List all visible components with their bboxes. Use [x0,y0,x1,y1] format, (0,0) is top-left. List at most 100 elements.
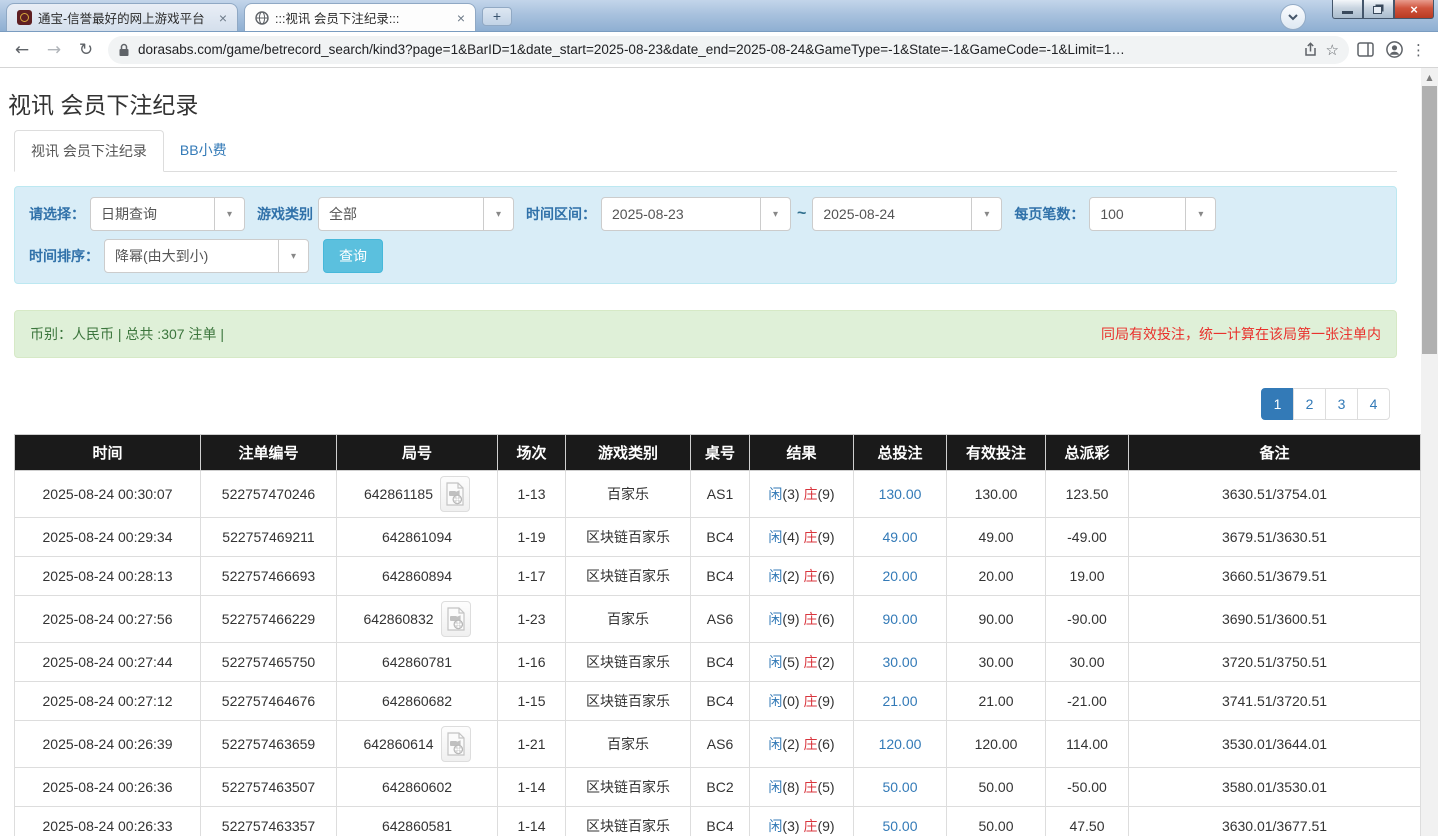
result-banker-points: (9) [817,486,835,502]
total-bet-link[interactable]: 120.00 [879,736,922,752]
column-header: 局号 [336,434,498,471]
browser-tab-1[interactable]: 通宝-信誉最好的网上游戏平台 × [6,3,238,31]
page-button-2[interactable]: 2 [1293,388,1326,420]
scrollbar-thumb[interactable] [1422,86,1437,354]
chevron-down-icon[interactable]: ▾ [214,198,244,230]
chevron-down-icon[interactable]: ▾ [278,240,308,272]
result-player: 闲 [768,654,783,670]
select-query-type[interactable]: 日期查询 ▾ [90,197,245,231]
cell-payout: -50.00 [1045,767,1129,807]
round-id-wrap: 642861185 [341,476,493,512]
select-sort-order[interactable]: 降幂(由大到小) ▾ [104,239,309,273]
side-panel-icon[interactable] [1357,42,1374,57]
result-banker: 庄 [803,568,818,584]
cell-bet-id: 522757466229 [200,595,337,643]
cell-bet-id: 522757463507 [200,767,337,807]
chevron-down-icon[interactable]: ▾ [760,198,790,230]
cell-result: 闲(5) 庄(2) [749,642,854,682]
menu-kebab-icon[interactable]: ⋮ [1407,41,1430,59]
bookmark-star-icon[interactable]: ☆ [1326,41,1339,59]
cell-game-type: 区块链百家乐 [565,806,691,836]
cell-note: 3580.01/3530.01 [1128,767,1421,807]
tab-bet-records[interactable]: 视讯 会员下注纪录 [14,130,164,172]
total-bet-link[interactable]: 21.00 [882,693,917,709]
cell-bet-id: 522757463659 [200,720,337,768]
lock-icon[interactable] [118,43,130,57]
page-button-1[interactable]: 1 [1261,388,1294,420]
select-date-end[interactable]: 2025-08-24 ▾ [812,197,1003,231]
cell-total-bet[interactable]: 90.00 [853,595,947,643]
cell-payout: -90.00 [1045,595,1129,643]
cell-total-bet[interactable]: 21.00 [853,681,947,721]
result-player-points: (8) [782,779,800,795]
url-text[interactable]: dorasabs.com/game/betrecord_search/kind3… [138,42,1295,57]
total-bet-link[interactable]: 49.00 [882,529,917,545]
select-game-type[interactable]: 全部 ▾ [318,197,514,231]
cell-result: 闲(9) 庄(6) [749,595,854,643]
cell-session: 1-23 [497,595,566,643]
total-bet-link[interactable]: 50.00 [882,818,917,834]
result-player: 闲 [768,486,783,502]
chevron-down-icon[interactable]: ▾ [1185,198,1215,230]
currency-total-text: 币别：人民币 | 总共 :307 注单 | [30,326,224,342]
browser-tab-2[interactable]: :::视讯 会员下注纪录::: × [244,3,476,31]
result-banker: 庄 [803,529,818,545]
minimize-button[interactable] [1332,0,1363,19]
share-icon[interactable] [1303,42,1318,57]
video-replay-icon[interactable] [440,476,471,512]
filter-label-select-type: 请选择： [29,206,85,222]
cell-total-bet[interactable]: 50.00 [853,806,947,836]
cell-note: 3720.51/3750.51 [1128,642,1421,682]
address-bar[interactable]: dorasabs.com/game/betrecord_search/kind3… [108,35,1349,64]
page-scrollbar[interactable]: ▲ [1421,68,1438,836]
cell-total-bet[interactable]: 20.00 [853,556,947,596]
tab-close-icon[interactable]: × [217,10,229,26]
tab-list-chevron-icon[interactable] [1280,4,1306,30]
round-id-text: 642861185 [363,486,434,502]
select-date-start[interactable]: 2025-08-23 ▾ [601,197,791,231]
profile-avatar-icon[interactable] [1386,41,1403,58]
total-bet-link[interactable]: 30.00 [882,654,917,670]
cell-game-type: 百家乐 [565,595,691,643]
cell-total-bet[interactable]: 50.00 [853,767,947,807]
refresh-icon[interactable]: ↻ [72,36,100,64]
total-bet-link[interactable]: 50.00 [882,779,917,795]
total-bet-link[interactable]: 130.00 [879,486,922,502]
search-button[interactable]: 查询 [323,239,383,273]
cell-time: 2025-08-24 00:27:56 [14,595,201,643]
cell-round-id: 642860581 [336,806,498,836]
table-body: 2025-08-24 00:30:07 522757470246 642861185… [14,470,1421,836]
page-button-3[interactable]: 3 [1325,388,1358,420]
select-page-size[interactable]: 100 ▾ [1089,197,1217,231]
total-bet-link[interactable]: 90.00 [882,611,917,627]
cell-table-code: BC4 [690,556,750,596]
cell-round-id: 642860614 [336,720,498,768]
video-replay-icon[interactable] [440,601,471,637]
cell-bet-id: 522757465750 [200,642,337,682]
new-tab-button[interactable]: + [482,7,512,26]
browser-toolbar: ← → ↻ dorasabs.com/game/betrecord_search… [0,32,1438,68]
cell-payout: -49.00 [1045,517,1129,557]
round-id-text: 642860781 [381,654,453,670]
cell-total-bet[interactable]: 30.00 [853,642,947,682]
cell-total-bet[interactable]: 120.00 [853,720,947,768]
close-button[interactable]: × [1394,0,1434,19]
tab-close-icon[interactable]: × [455,10,467,26]
cell-valid-bet: 120.00 [946,720,1046,768]
chevron-down-icon[interactable]: ▾ [483,198,513,230]
scroll-up-icon[interactable]: ▲ [1421,68,1438,82]
forward-icon[interactable]: → [40,36,68,64]
back-icon[interactable]: ← [8,36,36,64]
cell-total-bet[interactable]: 49.00 [853,517,947,557]
chevron-down-icon[interactable]: ▾ [971,198,1001,230]
restore-button[interactable] [1363,0,1394,19]
cell-table-code: BC2 [690,767,750,807]
total-bet-link[interactable]: 20.00 [882,568,917,584]
round-id-text: 642860894 [381,568,453,584]
round-id-text: 642860602 [381,779,453,795]
cell-total-bet[interactable]: 130.00 [853,470,947,518]
page-button-4[interactable]: 4 [1357,388,1390,420]
tab-bb-tips[interactable]: BB小费 [164,130,243,172]
video-replay-icon[interactable] [440,726,471,762]
column-header: 结果 [749,434,854,471]
